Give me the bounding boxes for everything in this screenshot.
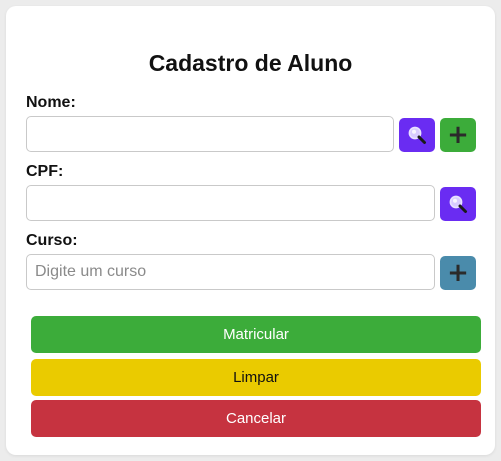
curso-add-button[interactable]: + [440, 256, 476, 290]
cpf-label: CPF: [26, 163, 64, 180]
nome-input[interactable] [26, 116, 394, 152]
cancelar-button[interactable]: Cancelar [31, 400, 481, 437]
page-title: Cadastro de Aluno [148, 50, 353, 76]
limpar-button[interactable]: Limpar [31, 359, 481, 396]
curso-label: Curso: [26, 232, 78, 249]
curso-input[interactable] [26, 254, 435, 290]
registration-card: Cadastro de Aluno Nome: + CPF: Curso: + … [6, 6, 495, 455]
cpf-input[interactable] [26, 185, 435, 221]
nome-add-button[interactable]: + [440, 118, 476, 152]
plus-icon: + [447, 258, 469, 288]
search-icon [449, 195, 467, 213]
plus-icon: + [447, 120, 469, 150]
cpf-search-button[interactable] [440, 187, 476, 221]
nome-label: Nome: [26, 94, 76, 111]
search-icon [408, 126, 426, 144]
nome-search-button[interactable] [399, 118, 435, 152]
matricular-button[interactable]: Matricular [31, 316, 481, 353]
